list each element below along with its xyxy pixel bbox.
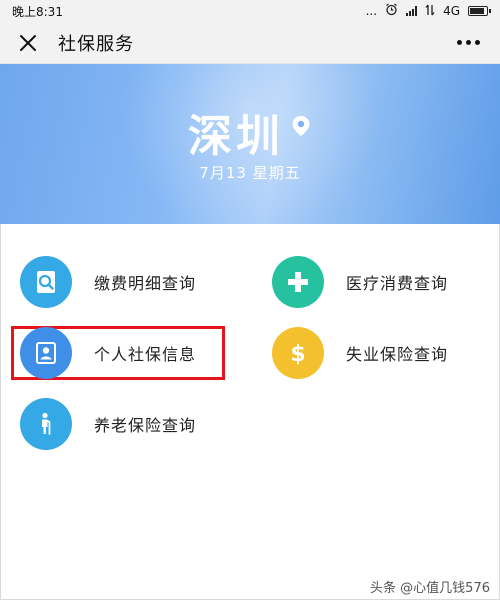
- menu-item-pension-insurance[interactable]: 养老保险查询: [20, 398, 196, 450]
- elderly-icon: [20, 398, 72, 450]
- more-icon-dot: [465, 40, 471, 45]
- menu-item-medical-consumption[interactable]: 医疗消费查询: [272, 256, 448, 308]
- alarm-icon: [385, 3, 398, 19]
- svg-text:$: $: [290, 342, 305, 367]
- nav-bar: 社保服务: [0, 22, 500, 64]
- dollar-icon: $: [272, 327, 324, 379]
- more-icon-dot: [474, 40, 480, 45]
- menu-item-unemployment-insurance[interactable]: $ 失业保险查询: [272, 327, 448, 379]
- menu-label: 医疗消费查询: [346, 274, 449, 293]
- page-title: 社保服务: [58, 33, 134, 55]
- close-button[interactable]: [16, 31, 40, 55]
- city-name: 深圳: [188, 111, 284, 162]
- banner-date: 7月13 星期五: [199, 164, 301, 182]
- menu-label: 缴费明细查询: [94, 274, 197, 293]
- menu-item-payment-details[interactable]: 缴费明细查询: [20, 256, 196, 308]
- search-document-icon: [20, 256, 72, 308]
- battery-icon: [468, 6, 491, 16]
- status-bar: 晚上8:31 ... 4G: [0, 0, 500, 22]
- more-button[interactable]: [452, 31, 484, 55]
- more-icon-dot: [456, 40, 462, 45]
- medical-cross-icon: [272, 256, 324, 308]
- data-arrows-icon: [425, 4, 435, 19]
- status-indicators: ... 4G: [365, 3, 491, 19]
- notification-dots: ...: [365, 4, 378, 18]
- menu-item-personal-social-security[interactable]: 个人社保信息: [20, 327, 196, 379]
- city-row[interactable]: 深圳: [0, 100, 500, 164]
- menu-label: 个人社保信息: [94, 345, 197, 364]
- id-card-icon: [20, 327, 72, 379]
- city-banner: 深圳 7月13 星期五: [0, 64, 500, 224]
- close-icon: [20, 34, 36, 51]
- menu-label: 失业保险查询: [346, 345, 449, 364]
- network-type: 4G: [443, 4, 460, 18]
- location-pin-icon: [292, 116, 310, 136]
- watermark: 头条 @心值几钱576: [370, 581, 490, 596]
- menu-label: 养老保险查询: [94, 416, 197, 435]
- signal-icon: [406, 6, 418, 16]
- status-time: 晚上8:31: [12, 4, 63, 19]
